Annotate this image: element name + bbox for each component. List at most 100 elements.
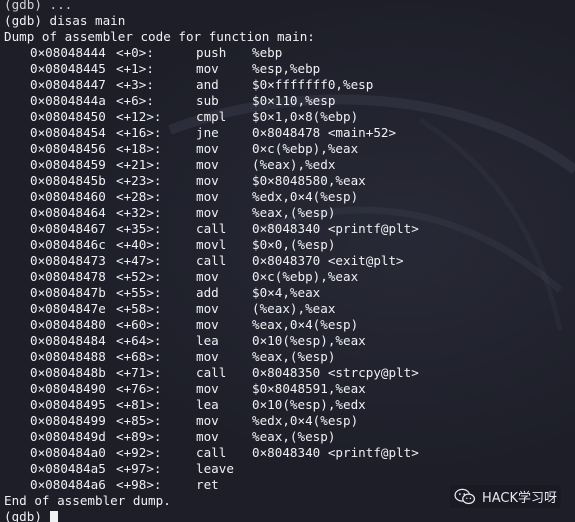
- instruction-mnemonic: mov: [196, 301, 219, 316]
- instruction-operands: %eax,(%esp): [252, 429, 336, 444]
- instruction-address: 0×08048454: [30, 125, 106, 140]
- instruction-offset: <+98>:: [116, 477, 162, 492]
- instruction-offset: <+18>:: [116, 141, 162, 156]
- instruction-offset: <+1>:: [116, 61, 154, 76]
- instruction-address: 0×08048450: [30, 109, 106, 124]
- instruction-address: 0×080484a0: [30, 445, 106, 460]
- instruction-operands: 0×c(%ebp),%eax: [252, 269, 359, 284]
- instruction-mnemonic: add: [196, 285, 219, 300]
- instruction-mnemonic: mov: [196, 317, 219, 332]
- instruction-offset: <+23>:: [116, 173, 162, 188]
- instruction-row: 0×08048478 <+52>: mov 0×c(%ebp),%eax: [4, 269, 572, 285]
- instruction-address: 0×08048488: [30, 349, 106, 364]
- instruction-offset: <+21>:: [116, 157, 162, 172]
- instruction-mnemonic: mov: [196, 429, 219, 444]
- instruction-address: 0×08048460: [30, 189, 106, 204]
- previous-command-line: (gdb) ...: [4, 0, 73, 12]
- instruction-mnemonic: mov: [196, 269, 219, 284]
- instruction-address: 0×08048484: [30, 333, 106, 348]
- instruction-address: 0×08048447: [30, 77, 106, 92]
- dump-header: Dump of assembler code for function main…: [4, 29, 315, 44]
- instruction-offset: <+64>:: [116, 333, 162, 348]
- instruction-offset: <+68>:: [116, 349, 162, 364]
- instruction-mnemonic: call: [196, 445, 227, 460]
- instruction-row: 0×08048450 <+12>: cmpl $0×1,0×8(%ebp): [4, 109, 572, 125]
- instruction-address: 0×0804845b: [30, 173, 106, 188]
- instruction-row: 0×08048444 <+0>: push %ebp: [4, 45, 572, 61]
- instruction-offset: <+16>:: [116, 125, 162, 140]
- instruction-offset: <+32>:: [116, 205, 162, 220]
- instruction-mnemonic: call: [196, 365, 227, 380]
- instruction-address: 0×08048480: [30, 317, 106, 332]
- instruction-address: 0×08048445: [30, 61, 106, 76]
- instruction-offset: <+0>:: [116, 45, 154, 60]
- instruction-offset: <+28>:: [116, 189, 162, 204]
- instruction-row: 0×08048490 <+76>: mov $0×8048591,%eax: [4, 381, 572, 397]
- instruction-mnemonic: mov: [196, 141, 219, 156]
- instruction-row: 0×08048484 <+64>: lea 0×10(%esp),%eax: [4, 333, 572, 349]
- instruction-address: 0×08048490: [30, 381, 106, 396]
- instruction-operands: %edx,0×4(%esp): [252, 189, 359, 204]
- instruction-operands: 0×8048370 <exit@plt>: [252, 253, 404, 268]
- instruction-row: 0×08048447 <+3>: and $0×fffffff0,%esp: [4, 77, 572, 93]
- wechat-icon: [454, 488, 476, 504]
- instruction-operands: $0×110,%esp: [252, 93, 336, 108]
- instruction-operands: $0×1,0×8(%ebp): [252, 109, 359, 124]
- instruction-row: 0×08048499 <+85>: mov %edx,0×4(%esp): [4, 413, 572, 429]
- instruction-row: 0×08048473 <+47>: call 0×8048370 <exit@plt>: [4, 253, 572, 269]
- instruction-row: 0×08048464 <+32>: mov %eax,(%esp): [4, 205, 572, 221]
- instruction-address: 0×0804848b: [30, 365, 106, 380]
- instruction-mnemonic: mov: [196, 189, 219, 204]
- instruction-offset: <+55>:: [116, 285, 162, 300]
- instruction-offset: <+60>:: [116, 317, 162, 332]
- watermark: HACK学习呀: [449, 485, 561, 508]
- terminal-window[interactable]: (gdb) ... (gdb) disas main Dump of assem…: [0, 0, 575, 522]
- instruction-row: 0×08048445 <+1>: mov %esp,%ebp: [4, 61, 572, 77]
- gdb-command-line: (gdb) disas main: [4, 13, 126, 28]
- instruction-offset: <+35>:: [116, 221, 162, 236]
- instruction-mnemonic: lea: [196, 397, 219, 412]
- instruction-row: 0×08048454 <+16>: jne 0×8048478 <main+52>: [4, 125, 572, 141]
- instruction-mnemonic: cmpl: [196, 109, 227, 124]
- instruction-operands: $0×0,(%esp): [252, 237, 336, 252]
- instruction-row: 0×0804846c <+40>: movl $0×0,(%esp): [4, 237, 572, 253]
- instruction-address: 0×08048464: [30, 205, 106, 220]
- instruction-row: 0×080484a5 <+97>: leave: [4, 461, 572, 477]
- instruction-operands: 0×10(%esp),%eax: [252, 333, 366, 348]
- instruction-row: 0×08048456 <+18>: mov 0×c(%ebp),%eax: [4, 141, 572, 157]
- gdb-prompt-line[interactable]: (gdb): [4, 509, 572, 522]
- instruction-mnemonic: jne: [196, 125, 219, 140]
- instruction-row: 0×08048460 <+28>: mov %edx,0×4(%esp): [4, 189, 572, 205]
- instruction-operands: %ebp: [252, 45, 283, 60]
- instruction-row: 0×08048467 <+35>: call 0×8048340 <printf@pl…: [4, 221, 572, 237]
- instruction-operands: 0×8048478 <main+52>: [252, 125, 397, 140]
- instruction-mnemonic: sub: [196, 93, 219, 108]
- instruction-operands: %esp,%ebp: [252, 61, 321, 76]
- instruction-address: 0×080484a5: [30, 461, 106, 476]
- instruction-mnemonic: mov: [196, 381, 219, 396]
- instruction-row: 0×0804845b <+23>: mov $0×8048580,%eax: [4, 173, 572, 189]
- text-cursor: [49, 510, 58, 522]
- instruction-address: 0×08048459: [30, 157, 106, 172]
- instruction-address: 0×08048456: [30, 141, 106, 156]
- instruction-operands: $0×fffffff0,%esp: [252, 77, 374, 92]
- instruction-mnemonic: mov: [196, 349, 219, 364]
- instruction-address: 0×0804847b: [30, 285, 106, 300]
- instruction-offset: <+58>:: [116, 301, 162, 316]
- instruction-offset: <+12>:: [116, 109, 162, 124]
- instruction-mnemonic: push: [196, 45, 227, 60]
- instruction-operands: %eax,(%esp): [252, 205, 336, 220]
- instruction-mnemonic: and: [196, 77, 219, 92]
- instruction-operands: (%eax),%eax: [252, 301, 336, 316]
- instruction-mnemonic: mov: [196, 157, 219, 172]
- instruction-operands: 0×10(%esp),%edx: [252, 397, 366, 412]
- instruction-address: 0×080484a6: [30, 477, 106, 492]
- instruction-address: 0×08048499: [30, 413, 106, 428]
- instruction-address: 0×08048478: [30, 269, 106, 284]
- instruction-mnemonic: call: [196, 253, 227, 268]
- instruction-offset: <+40>:: [116, 237, 162, 252]
- instruction-mnemonic: ret: [196, 477, 219, 492]
- instruction-address: 0×08048467: [30, 221, 106, 236]
- instruction-mnemonic: leave: [196, 461, 234, 476]
- instruction-offset: <+71>:: [116, 365, 162, 380]
